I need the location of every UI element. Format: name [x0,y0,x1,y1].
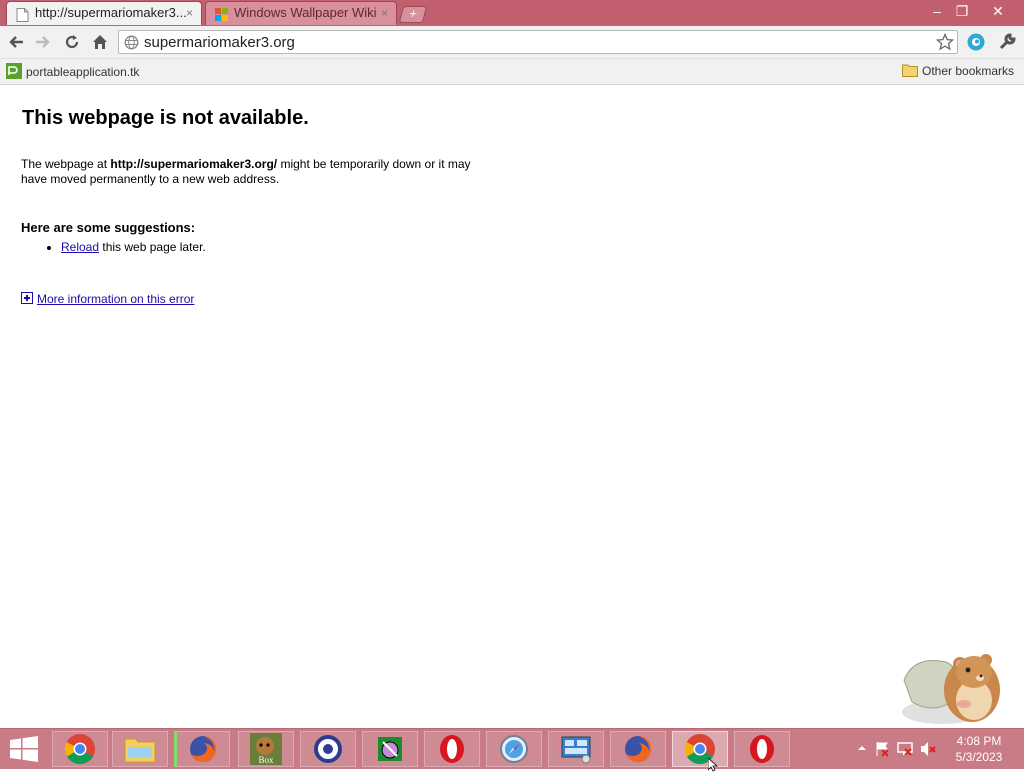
forward-arrow-icon [36,36,50,48]
taskbar-opera-2[interactable] [734,731,790,767]
notepad-app-icon [378,737,402,761]
opera-icon [440,735,464,763]
error-page: This webpage is not available. The webpa… [0,85,1024,728]
folder-icon [902,64,918,77]
windows-taskbar: Box 4:08 PM 5/3/2023 [0,728,1024,772]
address-input[interactable] [144,33,924,51]
network-icon[interactable] [897,741,913,757]
opera-icon [750,735,774,763]
taskbar-box-app[interactable]: Box [238,731,294,767]
other-bookmarks-button[interactable]: Other bookmarks [902,63,1014,80]
reload-link[interactable]: Reload [61,240,99,254]
chrome-icon [64,734,95,765]
file-explorer-icon [124,738,156,763]
tab-title: http://supermariomaker3... [35,5,187,20]
wiki-favicon-icon [215,7,228,21]
taskbar-notepad-app[interactable] [362,731,418,767]
back-button[interactable] [5,31,27,53]
show-hidden-icons-chevron-icon[interactable] [857,744,867,752]
extension-button[interactable] [965,31,987,53]
suggestions-list: Reload this web page later. [21,240,206,254]
taskbar-safari[interactable] [486,731,542,767]
globe-icon [124,35,139,50]
taskbar-media-app[interactable] [300,731,356,767]
other-bookmarks-label: Other bookmarks [922,64,1015,78]
bookmark-star-icon[interactable] [936,33,954,51]
start-button[interactable] [0,731,48,767]
mouse-cursor-icon [708,758,718,772]
new-tab-button[interactable]: + [398,6,428,23]
taskbar-chrome[interactable] [52,731,108,767]
error-url: http://supermariomaker3.org/ [110,157,278,171]
browser-toolbar [0,26,1024,59]
wrench-icon [999,33,1016,50]
extension-icon [967,33,985,51]
control-panel-icon [561,736,591,764]
box-app-icon: Box [250,733,282,765]
system-tray: 4:08 PM 5/3/2023 [852,729,1024,769]
reload-button[interactable] [61,31,83,53]
tab-active[interactable]: http://supermariomaker3... × [6,1,202,25]
error-message-prefix: The webpage at [21,157,111,171]
hamster-desktop-pet-image [902,654,1000,724]
clock-date: 5/3/2023 [955,750,1003,764]
taskbar-clock[interactable]: 4:08 PM 5/3/2023 [944,733,1014,765]
error-heading: This webpage is not available. [22,107,309,129]
restore-button[interactable]: ❐ [948,2,976,20]
address-bar[interactable] [118,30,958,54]
list-item: Reload this web page later. [61,240,206,254]
taskbar-firefox-2[interactable] [610,731,666,767]
tab-title: Windows Wallpaper Wiki [234,5,377,20]
box-app-label: Box [258,755,274,765]
bookmark-label: portableapplication.tk [26,65,140,79]
home-icon [93,35,107,49]
tab-windows-wallpaper-wiki[interactable]: Windows Wallpaper Wiki × [205,1,397,25]
home-button[interactable] [89,31,111,53]
taskbar-control-panel[interactable] [548,731,604,767]
expand-plus-icon[interactable] [21,292,33,304]
tab-strip: http://supermariomaker3... × Windows Wal… [0,0,1024,26]
clock-time: 4:08 PM [956,734,1002,748]
taskbar-file-explorer[interactable] [112,731,168,767]
tab-close-icon[interactable]: × [186,2,193,24]
windows-logo-icon [10,736,38,762]
bookmark-favicon-icon [6,63,22,79]
taskbar-opera[interactable] [424,731,480,767]
safari-compass-icon [500,735,528,763]
back-arrow-icon [9,36,23,48]
media-app-icon [314,735,342,763]
more-info-link[interactable]: More information on this error [37,292,194,306]
action-center-flag-icon[interactable] [874,741,890,757]
reload-suffix: this web page later. [99,240,206,254]
minimize-button[interactable]: – [923,2,951,20]
volume-muted-icon[interactable] [920,741,936,757]
page-icon [16,7,29,22]
close-window-button[interactable]: ✕ [984,2,1012,20]
error-message: The webpage at http://supermariomaker3.o… [21,157,491,187]
suggestions-heading: Here are some suggestions: [21,220,196,235]
reload-icon [65,35,79,49]
taskbar-firefox[interactable] [174,731,230,767]
more-info-toggle[interactable]: More information on this error [21,292,194,306]
settings-wrench-button[interactable] [996,31,1018,53]
firefox-icon [625,736,651,762]
bookmark-portableapplication[interactable]: portableapplication.tk [6,63,139,80]
bookmarks-bar: portableapplication.tk Other bookmarks [0,59,1024,85]
taskbar-chrome-active[interactable] [672,731,728,772]
tab-close-icon[interactable]: × [381,2,388,24]
forward-button[interactable] [32,31,54,53]
firefox-icon [190,736,216,762]
